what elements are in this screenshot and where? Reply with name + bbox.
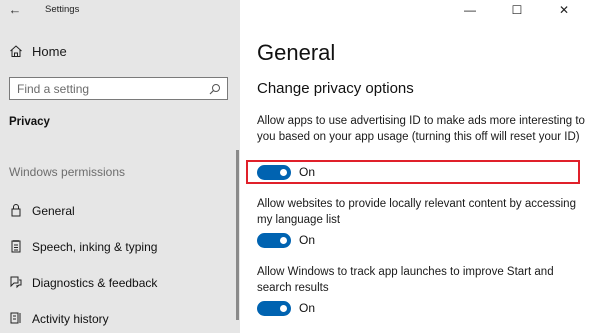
language-list-toggle[interactable] bbox=[257, 233, 291, 248]
feedback-icon bbox=[9, 275, 23, 289]
minimize-button[interactable]: — bbox=[458, 2, 482, 18]
sidebar-item-speech[interactable]: Speech, inking & typing bbox=[0, 235, 240, 259]
group-title: Change privacy options bbox=[257, 80, 414, 97]
window-title: Settings bbox=[45, 4, 80, 15]
home-icon bbox=[9, 44, 23, 58]
sidebar-item-general[interactable]: General bbox=[0, 199, 240, 223]
close-button[interactable]: ✕ bbox=[552, 2, 576, 18]
highlight-box bbox=[246, 160, 580, 184]
sidebar-item-diagnostics[interactable]: Diagnostics & feedback bbox=[0, 271, 240, 295]
search-icon[interactable] bbox=[209, 82, 221, 95]
toggle-state-label: On bbox=[299, 301, 316, 315]
sidebar-scrollbar[interactable] bbox=[236, 150, 239, 320]
maximize-button[interactable]: ☐ bbox=[505, 2, 529, 18]
sub-header-windows-permissions: Windows permissions bbox=[9, 165, 126, 179]
search-input[interactable] bbox=[10, 78, 200, 99]
sidebar-item-label: Activity history bbox=[32, 312, 109, 326]
toggle-knob bbox=[280, 237, 287, 244]
home-label: Home bbox=[32, 44, 67, 59]
sidebar-item-activity-history[interactable]: Activity history bbox=[0, 307, 240, 331]
title-bar: ← Settings bbox=[0, 0, 240, 22]
setting-row-language-list: On bbox=[257, 231, 457, 251]
sidebar-item-label: Speech, inking & typing bbox=[32, 240, 158, 254]
toggle-state-label: On bbox=[299, 233, 316, 247]
lock-icon bbox=[9, 203, 23, 217]
setting-description-app-launches: Allow Windows to track app launches to i… bbox=[257, 266, 554, 294]
sidebar-item-label: General bbox=[32, 204, 75, 218]
search-box[interactable] bbox=[9, 77, 228, 100]
setting-description-advertising-id: Allow apps to use advertising ID to make… bbox=[257, 115, 585, 143]
setting-description-language-list: Allow websites to provide locally releva… bbox=[257, 198, 576, 226]
back-button[interactable]: ← bbox=[6, 2, 24, 18]
sidebar-item-home[interactable]: Home bbox=[0, 40, 240, 64]
setting-row-app-launches: On bbox=[257, 299, 457, 319]
app-launches-toggle[interactable] bbox=[257, 301, 291, 316]
sidebar: ← Settings Home Privacy Windows permissi… bbox=[0, 0, 240, 333]
notepad-icon bbox=[9, 239, 23, 253]
toggle-knob bbox=[280, 305, 287, 312]
activity-icon bbox=[9, 311, 23, 325]
page-title: General bbox=[257, 40, 336, 65]
section-header-privacy: Privacy bbox=[9, 116, 50, 128]
window-controls: — ☐ ✕ bbox=[450, 0, 600, 20]
sidebar-item-label: Diagnostics & feedback bbox=[32, 276, 158, 290]
